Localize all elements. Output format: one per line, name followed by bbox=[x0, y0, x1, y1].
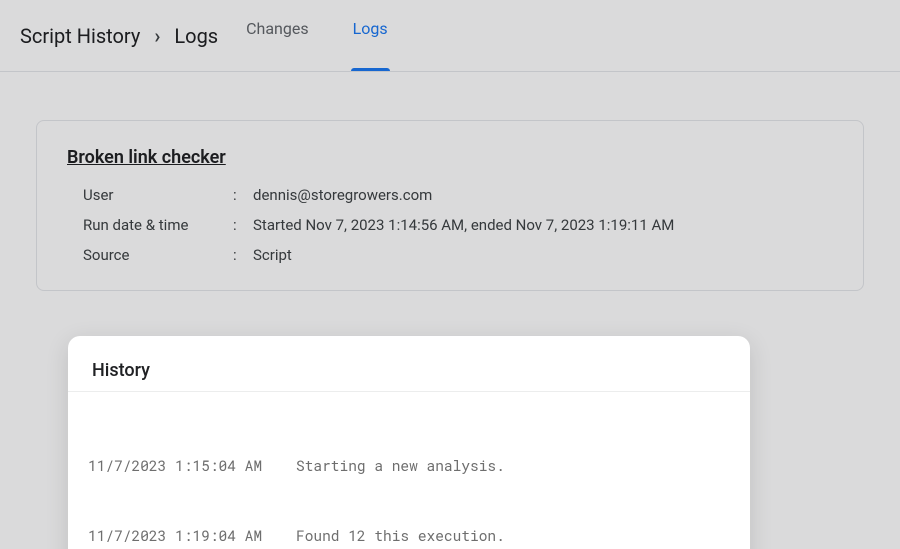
tab-changes[interactable]: Changes bbox=[242, 0, 313, 71]
meta-user-value: dennis@storegrowers.com bbox=[253, 186, 833, 204]
breadcrumb-current: Logs bbox=[174, 24, 218, 48]
history-title: History bbox=[68, 336, 750, 392]
history-entry: 11/7/2023 1:19:04 AM Found 12 this execu… bbox=[88, 524, 730, 547]
history-timestamp: 11/7/2023 1:19:04 AM bbox=[88, 524, 278, 547]
history-message: Starting a new analysis. bbox=[296, 454, 505, 477]
tab-changes-label: Changes bbox=[246, 19, 309, 38]
history-entry: 11/7/2023 1:15:04 AM Starting a new anal… bbox=[88, 454, 730, 477]
history-log: 11/7/2023 1:15:04 AM Starting a new anal… bbox=[68, 392, 750, 549]
meta-runtime-value: Started Nov 7, 2023 1:14:56 AM, ended No… bbox=[253, 216, 833, 234]
history-card: History 11/7/2023 1:15:04 AM Starting a … bbox=[68, 336, 750, 549]
history-timestamp: 11/7/2023 1:15:04 AM bbox=[88, 454, 278, 477]
meta-colon: : bbox=[233, 216, 253, 234]
script-meta: User : dennis@storegrowers.com Run date … bbox=[67, 186, 833, 264]
chevron-right-icon: › bbox=[154, 24, 160, 48]
tabs: Changes Logs bbox=[242, 0, 391, 71]
script-title-link[interactable]: Broken link checker bbox=[67, 147, 833, 168]
breadcrumb-root[interactable]: Script History bbox=[20, 24, 140, 48]
breadcrumb: Script History › Logs bbox=[20, 24, 218, 48]
meta-runtime-label: Run date & time bbox=[83, 216, 233, 234]
meta-colon: : bbox=[233, 186, 253, 204]
script-summary-card: Broken link checker User : dennis@storeg… bbox=[36, 120, 864, 291]
meta-colon: : bbox=[233, 246, 253, 264]
meta-user-label: User bbox=[83, 186, 233, 204]
tab-logs-label: Logs bbox=[353, 19, 388, 38]
history-message: Found 12 this execution. bbox=[296, 524, 505, 547]
tab-logs[interactable]: Logs bbox=[349, 0, 392, 71]
meta-source-value: Script bbox=[253, 246, 833, 264]
content-area: Broken link checker User : dennis@storeg… bbox=[0, 72, 900, 291]
page-header: Script History › Logs Changes Logs bbox=[0, 0, 900, 72]
meta-source-label: Source bbox=[83, 246, 233, 264]
